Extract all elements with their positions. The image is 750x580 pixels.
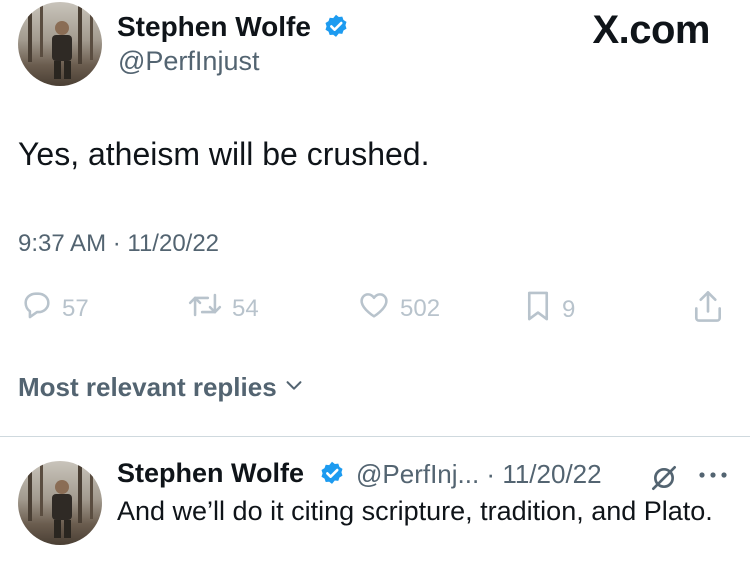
repost-button[interactable]: 54 bbox=[186, 288, 259, 329]
reply-avatar[interactable] bbox=[18, 461, 102, 545]
avatar[interactable] bbox=[18, 2, 102, 86]
author-handle[interactable]: @PerfInjust bbox=[118, 46, 259, 77]
like-button[interactable]: 502 bbox=[356, 288, 440, 329]
x-logo-watermark: X.com bbox=[592, 8, 710, 52]
share-button[interactable] bbox=[690, 288, 726, 331]
heart-icon bbox=[356, 288, 392, 329]
tweet-timestamp[interactable]: 9:37 AM · 11/20/22 bbox=[18, 230, 219, 258]
reply-count: 57 bbox=[62, 294, 89, 322]
divider bbox=[0, 436, 750, 437]
replies-filter-label: Most relevant replies bbox=[18, 372, 277, 402]
bookmark-icon bbox=[522, 288, 554, 331]
more-options-icon[interactable] bbox=[696, 468, 730, 487]
like-count: 502 bbox=[400, 294, 441, 322]
verified-badge-icon bbox=[322, 13, 350, 41]
repost-icon bbox=[186, 288, 224, 329]
share-icon bbox=[690, 291, 726, 330]
replies-filter-dropdown[interactable]: Most relevant replies bbox=[18, 372, 305, 403]
bookmark-button[interactable]: 9 bbox=[522, 288, 575, 331]
tweet-text: Yes, atheism will be crushed. bbox=[18, 136, 430, 172]
reply-button[interactable]: 57 bbox=[20, 288, 89, 329]
reply-handle-date[interactable]: @PerfInj... · 11/20/22 bbox=[356, 459, 602, 490]
author-name[interactable]: Stephen Wolfe bbox=[117, 11, 311, 43]
reply-icon bbox=[20, 288, 54, 329]
bookmark-count: 9 bbox=[562, 295, 576, 323]
repost-count: 54 bbox=[232, 294, 259, 322]
chevron-down-icon bbox=[283, 374, 305, 401]
reply-author-name[interactable]: Stephen Wolfe bbox=[117, 458, 304, 489]
reply-verified-badge-icon bbox=[318, 460, 346, 488]
reply-text: And we’ll do it citing scripture, tradit… bbox=[117, 496, 713, 526]
